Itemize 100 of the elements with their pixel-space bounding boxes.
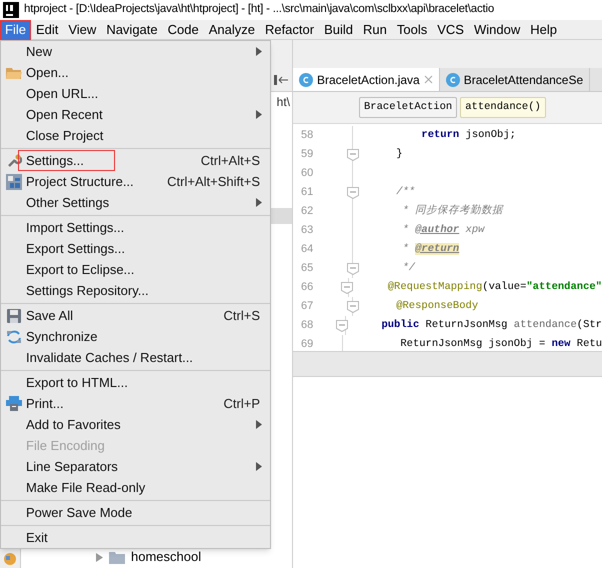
- menu-bar-item[interactable]: File: [0, 20, 31, 40]
- menu-item[interactable]: Export to Eclipse...: [1, 259, 270, 280]
- menu-item[interactable]: Project Structure... Ctrl+Alt+Shift+S: [1, 171, 270, 192]
- collapse-icon: [274, 74, 288, 84]
- menu-item[interactable]: Open Recent: [1, 104, 270, 125]
- menu-item-label: Settings Repository...: [26, 282, 149, 300]
- code-line: @RequestMapping(value="attendance": [386, 280, 602, 295]
- path-text: ht\: [276, 94, 290, 111]
- line-number: 59: [300, 147, 314, 162]
- menu-item-label: Save All: [26, 306, 73, 325]
- menu-bar-item[interactable]: Refactor: [260, 20, 320, 40]
- globe-icon: [3, 552, 17, 566]
- menu-item-label: Import Settings...: [26, 218, 124, 237]
- code-line: */: [402, 260, 416, 276]
- menu-item[interactable]: Save All Ctrl+S: [1, 305, 270, 326]
- menu-item-label: Project Structure...: [26, 172, 134, 191]
- menu-item[interactable]: Close Project: [1, 125, 270, 146]
- line-number: 64: [300, 242, 314, 258]
- submenu-arrow-icon: [256, 198, 262, 207]
- code-line: * @return: [402, 242, 460, 257]
- line-number: 67: [300, 299, 314, 314]
- expand-arrow-icon: [96, 552, 103, 562]
- menu-item[interactable]: Import Settings...: [1, 217, 270, 238]
- code-line: return jsonObj;: [420, 128, 516, 143]
- line-number: 66: [300, 280, 314, 296]
- close-icon[interactable]: [424, 75, 433, 84]
- menu-item[interactable]: Settings... Ctrl+Alt+S: [1, 150, 270, 171]
- menu-item[interactable]: Open...: [1, 62, 270, 83]
- line-number: 62: [300, 204, 314, 220]
- breadcrumb[interactable]: BraceletAction: [359, 96, 458, 118]
- menu-item[interactable]: Invalidate Caches / Restart...: [1, 347, 270, 368]
- code-line: public ReturnJsonMsg attendance(Str: [380, 318, 602, 333]
- menu-item[interactable]: Synchronize: [1, 326, 270, 347]
- menu-bar-item[interactable]: Help: [525, 20, 562, 40]
- line-number: 63: [300, 223, 314, 238]
- tab-label: BraceletAction.java: [317, 72, 420, 88]
- code-line: * 同步保存考勤数据: [402, 204, 504, 219]
- menu-item-label: Open Recent: [26, 106, 103, 124]
- menu-item-label: New: [26, 42, 52, 61]
- menu-item[interactable]: Print... Ctrl+P: [1, 393, 270, 414]
- submenu-arrow-icon: [256, 420, 262, 429]
- code-line: @ResponseBody: [395, 298, 478, 314]
- menu-item-label: Export Settings...: [26, 240, 125, 258]
- menu-item[interactable]: Make File Read-only: [1, 477, 270, 498]
- menu-item-label: Other Settings: [26, 194, 110, 212]
- editor-tab[interactable]: BraceletAction.java: [293, 68, 440, 91]
- tree-item[interactable]: homeschool: [131, 547, 202, 567]
- menu-bar-item[interactable]: Build: [319, 20, 358, 40]
- menu-bar-item[interactable]: Analyze: [204, 20, 260, 40]
- menu-bar-item[interactable]: Code: [162, 20, 204, 40]
- tab-label: BraceletAttendanceSe: [464, 72, 584, 88]
- code-line: }: [395, 146, 403, 162]
- menu-item[interactable]: Exit: [1, 527, 270, 548]
- menu-bar-item[interactable]: Run: [358, 20, 392, 40]
- folder-icon: [6, 66, 22, 78]
- menu-item[interactable]: Export Settings...: [1, 238, 270, 259]
- menu-item[interactable]: New: [1, 41, 270, 62]
- menu-item-label: Line Separators: [26, 458, 118, 476]
- breadcrumb[interactable]: attendance(): [460, 96, 546, 118]
- menu-bar-item[interactable]: View: [63, 20, 102, 40]
- menu-item[interactable]: Other Settings: [1, 192, 270, 213]
- menu-item[interactable]: Open URL...: [1, 83, 270, 104]
- menu-bar-item[interactable]: Navigate: [101, 20, 163, 40]
- menu-item-label: Export to Eclipse...: [26, 260, 134, 279]
- line-number: 69: [300, 337, 314, 351]
- menu-item-label: File Encoding: [26, 436, 105, 455]
- grid-icon: [6, 174, 22, 190]
- submenu-arrow-icon: [256, 110, 262, 119]
- menu-bar-item[interactable]: Edit: [30, 20, 64, 40]
- menu-item[interactable]: Add to Favorites: [1, 414, 270, 435]
- menu-item[interactable]: Export to HTML...: [1, 372, 270, 393]
- sync-icon: [6, 330, 22, 344]
- menu-bar-item[interactable]: VCS: [432, 20, 469, 40]
- shortcut-label: Ctrl+S: [224, 306, 260, 325]
- menu-item-label: Settings...: [18, 150, 115, 171]
- line-number: 68: [300, 318, 314, 334]
- line-number: 61: [300, 185, 314, 200]
- menu-item[interactable]: Power Save Mode: [1, 502, 270, 523]
- wrench-icon: [6, 152, 22, 168]
- menu-item[interactable]: Settings Repository...: [1, 280, 270, 301]
- menu-item[interactable]: Line Separators: [1, 456, 270, 477]
- shortcut-label: Ctrl+P: [224, 394, 260, 413]
- editor-tab[interactable]: BraceletAttendanceSe: [440, 68, 590, 91]
- shortcut-label: Ctrl+Alt+Shift+S: [167, 172, 260, 191]
- menu-item-label: Open...: [26, 64, 69, 82]
- menu-item-label: Exit: [26, 528, 48, 547]
- printer-icon: [6, 396, 22, 411]
- menu-item-label: Synchronize: [26, 328, 98, 346]
- line-number: 65: [300, 261, 314, 276]
- menu-item-label: Print...: [26, 394, 64, 413]
- menu-bar-item[interactable]: Window: [468, 20, 526, 40]
- shortcut-label: Ctrl+Alt+S: [200, 152, 260, 170]
- menu-item-label: Export to HTML...: [26, 374, 128, 392]
- window-title: htproject - [D:\IdeaProjects\java\ht\htproject] - [ht] - ...\src\main\java\com\sclbxx\api\bracelet\actio: [24, 2, 494, 18]
- line-number: 60: [300, 166, 314, 182]
- submenu-arrow-icon: [256, 47, 262, 56]
- line-number: 58: [300, 128, 314, 144]
- menu-item-label: Open URL...: [26, 84, 98, 103]
- code-line: ReturnJsonMsg jsonObj = new Retu: [399, 336, 602, 351]
- menu-bar-item[interactable]: Tools: [392, 20, 432, 40]
